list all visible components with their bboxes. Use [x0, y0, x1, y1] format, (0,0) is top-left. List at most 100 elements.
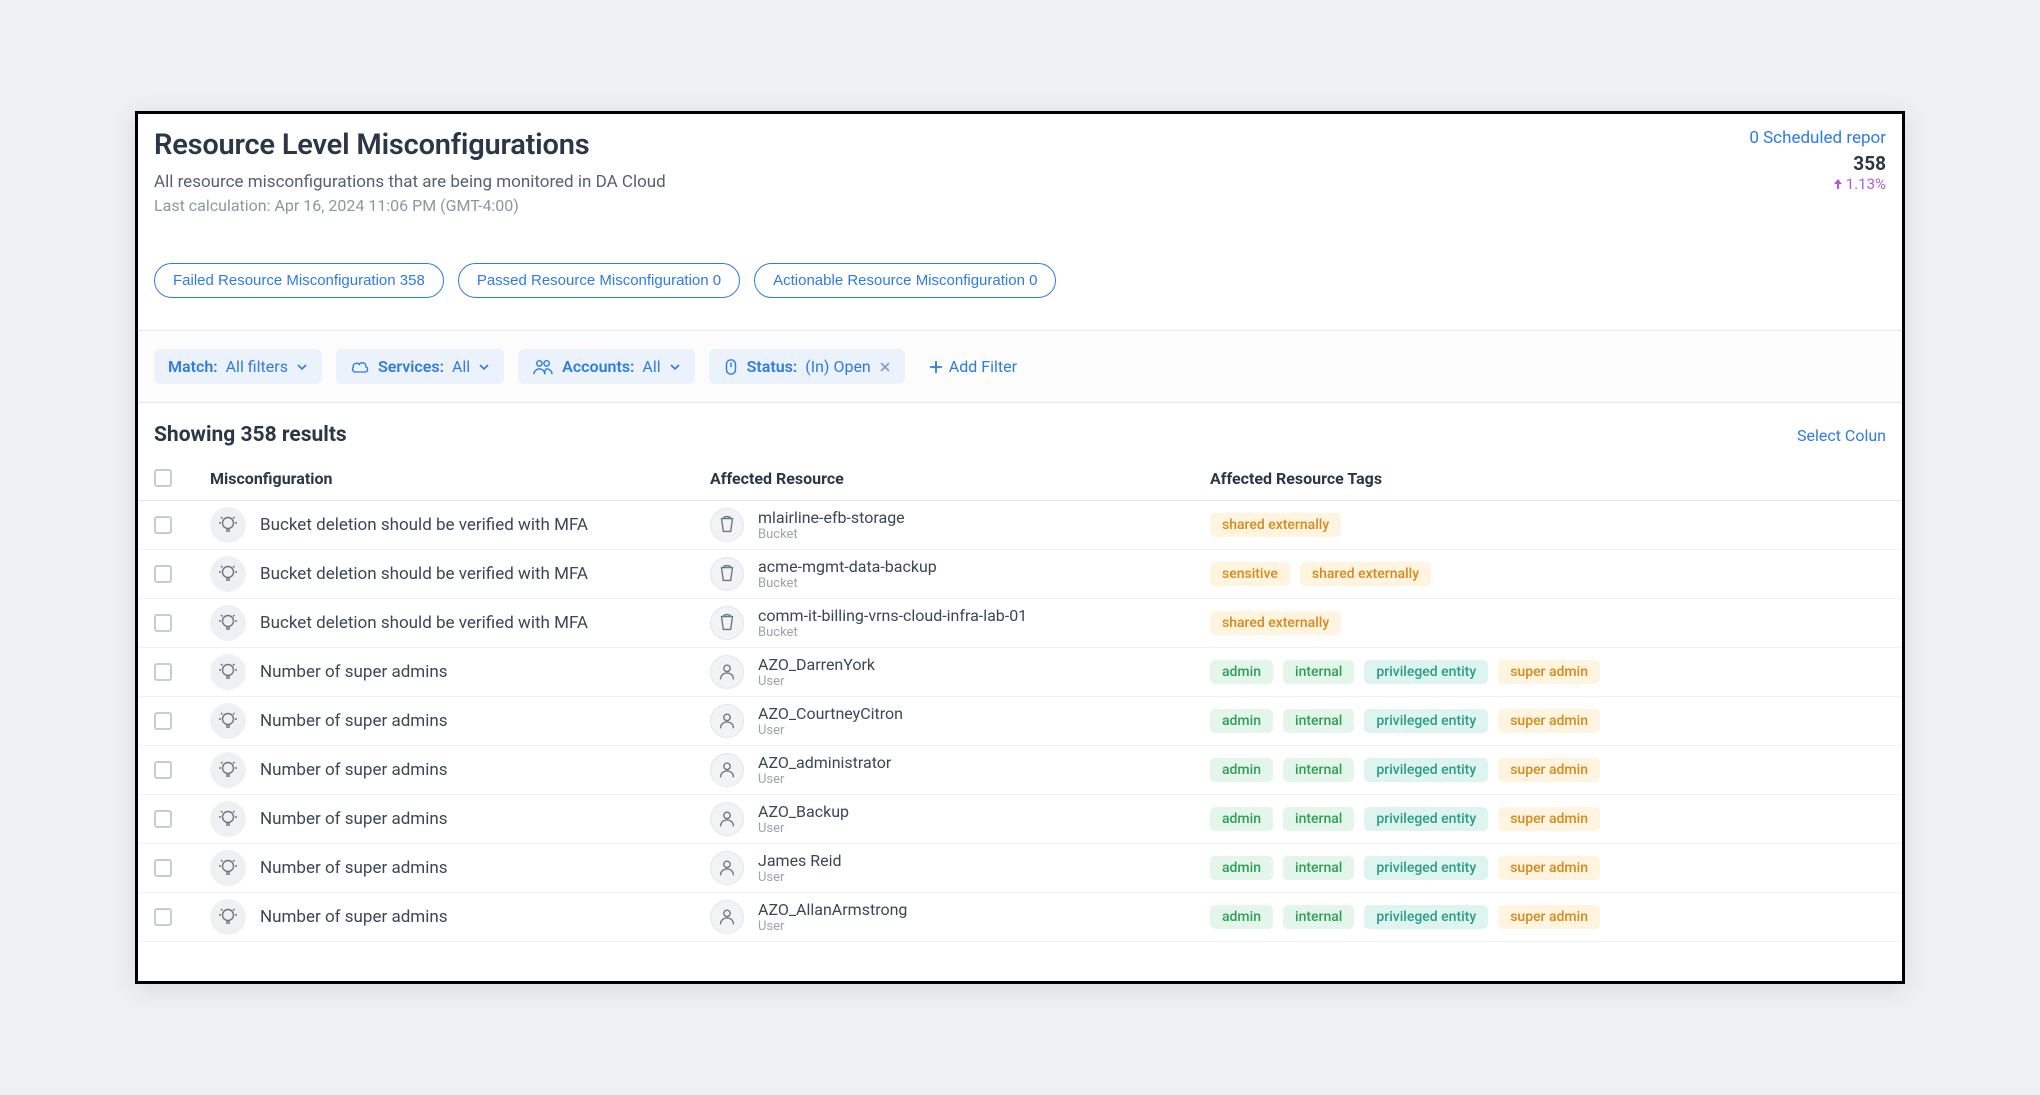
tag-shared-externally[interactable]: shared externally: [1210, 513, 1341, 537]
resource-name: AZO_AllanArmstrong: [758, 900, 907, 919]
filter-status[interactable]: Status: (In) Open: [709, 349, 905, 384]
resource-cell: AZO_BackupUser: [710, 802, 1210, 836]
resource-text: AZO_DarrenYorkUser: [758, 655, 875, 689]
misconfig-text: Number of super admins: [260, 858, 448, 878]
filter-match[interactable]: Match: All filters: [154, 349, 322, 384]
table-row[interactable]: Bucket deletion should be verified with …: [138, 501, 1902, 550]
tag-privileged-entity[interactable]: privileged entity: [1364, 709, 1488, 733]
tag-internal[interactable]: internal: [1283, 709, 1354, 733]
th-checkbox: [154, 469, 210, 488]
tags-cell: shared externally: [1210, 611, 1886, 635]
th-misconfig[interactable]: Misconfiguration: [210, 469, 710, 488]
select-columns-link[interactable]: Select Colun: [1797, 426, 1886, 445]
tag-super-admin[interactable]: super admin: [1498, 758, 1600, 782]
header-right: 0 Scheduled repor 358 1.13%: [1749, 128, 1886, 193]
add-filter-button[interactable]: Add Filter: [919, 349, 1027, 384]
row-checkbox[interactable]: [154, 761, 172, 779]
table-row[interactable]: Bucket deletion should be verified with …: [138, 599, 1902, 648]
table-row[interactable]: Number of super adminsAZO_DarrenYorkUser…: [138, 648, 1902, 697]
pill-passed[interactable]: Passed Resource Misconfiguration 0: [458, 263, 740, 298]
page-title: Resource Level Misconfigurations: [154, 128, 666, 162]
tag-internal[interactable]: internal: [1283, 807, 1354, 831]
resource-name: acme-mgmt-data-backup: [758, 557, 937, 576]
row-checkbox[interactable]: [154, 859, 172, 877]
tag-super-admin[interactable]: super admin: [1498, 660, 1600, 684]
status-pills: Failed Resource Misconfiguration 358 Pas…: [138, 263, 1902, 322]
tag-admin[interactable]: admin: [1210, 709, 1273, 733]
resource-text: AZO_BackupUser: [758, 802, 849, 836]
tag-shared-externally[interactable]: shared externally: [1210, 611, 1341, 635]
table-row[interactable]: Number of super adminsJames ReidUseradmi…: [138, 844, 1902, 893]
tag-super-admin[interactable]: super admin: [1498, 807, 1600, 831]
table-row[interactable]: Number of super admins AZO_AllanArmstrong…: [138, 893, 1902, 942]
status-icon: [723, 358, 739, 376]
resource-cell: AZO_administratorUser: [710, 753, 1210, 787]
tag-shared-externally[interactable]: shared externally: [1300, 562, 1431, 586]
tag-internal[interactable]: internal: [1283, 856, 1354, 880]
row-checkbox-cell: [154, 712, 210, 730]
user-icon: [710, 851, 744, 885]
table-row[interactable]: Number of super adminsAZO_CourtneyCitron…: [138, 697, 1902, 746]
row-checkbox[interactable]: [154, 908, 172, 926]
filter-accounts[interactable]: Accounts: All: [518, 349, 694, 384]
row-checkbox-cell: [154, 614, 210, 632]
resource-cell: acme-mgmt-data-backupBucket: [710, 557, 1210, 591]
chevron-down-icon: [296, 361, 308, 373]
tag-admin[interactable]: admin: [1210, 807, 1273, 831]
misconfig-cell: Number of super admins: [210, 899, 710, 935]
tag-internal[interactable]: internal: [1283, 905, 1354, 929]
resource-text: acme-mgmt-data-backupBucket: [758, 557, 937, 591]
tag-privileged-entity[interactable]: privileged entity: [1364, 856, 1488, 880]
resource-type: Bucket: [758, 527, 905, 542]
main-panel: Resource Level Misconfigurations All res…: [135, 111, 1905, 984]
filter-services-value: All: [452, 357, 470, 376]
tag-sensitive[interactable]: sensitive: [1210, 562, 1290, 586]
tag-privileged-entity[interactable]: privileged entity: [1364, 807, 1488, 831]
tag-super-admin[interactable]: super admin: [1498, 905, 1600, 929]
pill-actionable[interactable]: Actionable Resource Misconfiguration 0: [754, 263, 1056, 298]
tag-admin[interactable]: admin: [1210, 905, 1273, 929]
filter-services[interactable]: Services: All: [336, 349, 504, 384]
header: Resource Level Misconfigurations All res…: [138, 114, 1902, 235]
tags-cell: admin internal privileged entity super admi…: [1210, 758, 1886, 782]
tags-cell: admin internal privileged entity super admi…: [1210, 807, 1886, 831]
metric-count: 358: [1749, 152, 1886, 175]
tag-admin[interactable]: admin: [1210, 758, 1273, 782]
scheduled-reports-link[interactable]: 0 Scheduled repor: [1749, 128, 1886, 148]
last-calculation: Last calculation: Apr 16, 2024 11:06 PM …: [154, 196, 666, 215]
th-resource[interactable]: Affected Resource: [710, 469, 1210, 488]
table-row[interactable]: Number of super adminsAZO_administratorU…: [138, 746, 1902, 795]
resource-name: mlairline-efb-storage: [758, 508, 905, 527]
close-icon[interactable]: [879, 361, 891, 373]
tag-internal[interactable]: internal: [1283, 758, 1354, 782]
pill-failed[interactable]: Failed Resource Misconfiguration 358: [154, 263, 444, 298]
tag-internal[interactable]: internal: [1283, 660, 1354, 684]
tag-admin[interactable]: admin: [1210, 660, 1273, 684]
row-checkbox[interactable]: [154, 810, 172, 828]
lightbulb-icon: [210, 850, 246, 886]
misconfig-cell: Number of super admins: [210, 752, 710, 788]
tag-super-admin[interactable]: super admin: [1498, 709, 1600, 733]
tags-cell: admin internal privileged entity super admi…: [1210, 905, 1886, 929]
tag-privileged-entity[interactable]: privileged entity: [1364, 905, 1488, 929]
misconfig-text: Number of super admins: [260, 711, 448, 731]
row-checkbox[interactable]: [154, 516, 172, 534]
row-checkbox[interactable]: [154, 663, 172, 681]
misconfig-cell: Number of super admins: [210, 850, 710, 886]
filters-bar: Match: All filters Services: All Account…: [138, 330, 1902, 403]
tag-super-admin[interactable]: super admin: [1498, 856, 1600, 880]
row-checkbox[interactable]: [154, 712, 172, 730]
header-top: Resource Level Misconfigurations All res…: [154, 128, 1886, 215]
table-row[interactable]: Number of super adminsAZO_BackupUseradmi…: [138, 795, 1902, 844]
misconfig-cell: Bucket deletion should be verified with …: [210, 556, 710, 592]
tag-admin[interactable]: admin: [1210, 856, 1273, 880]
tag-privileged-entity[interactable]: privileged entity: [1364, 660, 1488, 684]
tag-privileged-entity[interactable]: privileged entity: [1364, 758, 1488, 782]
row-checkbox[interactable]: [154, 614, 172, 632]
select-all-checkbox[interactable]: [154, 469, 172, 487]
lightbulb-icon: [210, 703, 246, 739]
lightbulb-icon: [210, 507, 246, 543]
th-tags[interactable]: Affected Resource Tags: [1210, 469, 1886, 488]
row-checkbox[interactable]: [154, 565, 172, 583]
table-row[interactable]: Bucket deletion should be verified with …: [138, 550, 1902, 599]
